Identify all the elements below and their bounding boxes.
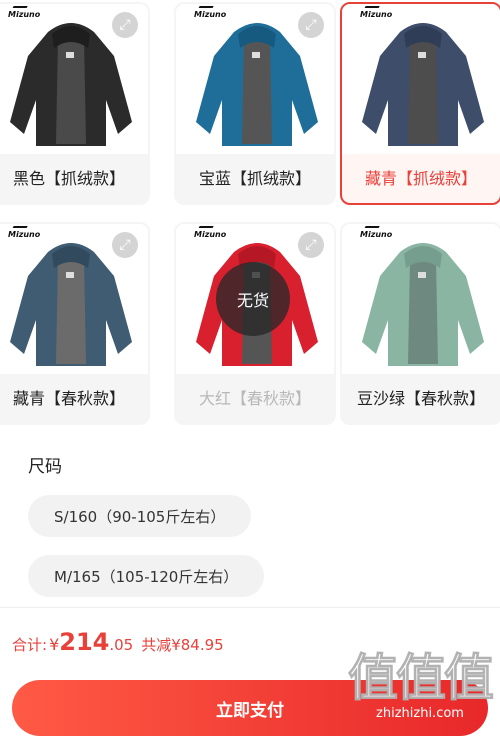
variant-label: 宝蓝【抓绒款】 [198,168,311,188]
sold-out-badge: 无货 [216,262,290,336]
brand-logo: Mizuno [194,10,227,19]
variant-grid: Mizuno ⤢ 黑色【抓绒款】 Mizuno ⤢ 宝蓝【抓绒款】 Mizuno… [0,0,500,430]
size-option-s[interactable]: S/160（90-105斤左右） [28,495,252,537]
variant-card-royal-blue-fleece[interactable]: Mizuno ⤢ 宝蓝【抓绒款】 [174,2,336,205]
size-section-title: 尺码 [28,457,62,477]
brand-logo: Mizuno [194,230,227,239]
brand-logo: Mizuno [360,10,393,19]
pay-now-button[interactable]: 立即支付 [12,680,488,736]
price-decimal: .05 [109,636,134,654]
brand-logo: Mizuno [8,10,41,19]
variant-label: 大红【春秋款】 [198,388,311,408]
order-total: 合计: ¥ 214 .05 共减¥84.95 [12,628,224,656]
size-option-m[interactable]: M/165（105-120斤左右） [28,555,265,597]
variant-card-navy-fleece[interactable]: Mizuno 藏青【抓绒款】 [340,2,500,205]
variant-label: 黑色【抓绒款】 [12,168,125,188]
brand-logo: Mizuno [360,230,393,239]
variant-label: 藏青【春秋款】 [12,388,125,408]
zoom-icon[interactable]: ⤢ [298,232,324,258]
variant-card-navy-spring[interactable]: Mizuno ⤢ 藏青【春秋款】 [0,222,150,425]
jacket-image [362,243,484,366]
variant-card-red-spring[interactable]: Mizuno 无货 ⤢ 大红【春秋款】 [174,222,336,425]
zoom-icon[interactable]: ⤢ [112,12,138,38]
total-label: 合计: [12,636,48,654]
product-photo: Mizuno [342,4,500,154]
variant-label: 藏青【抓绒款】 [364,168,477,188]
discount-text: 共减¥84.95 [141,636,224,654]
product-photo: Mizuno [342,224,500,374]
zoom-icon[interactable]: ⤢ [298,12,324,38]
checkout-bar: 合计: ¥ 214 .05 共减¥84.95 立即支付 [0,607,500,740]
jacket-image [362,23,484,146]
currency-symbol: ¥ [49,635,60,654]
price-integer: 214 [59,628,110,656]
brand-logo: Mizuno [8,230,41,239]
zoom-icon[interactable]: ⤢ [112,232,138,258]
variant-label: 豆沙绿【春秋款】 [356,388,485,408]
variant-card-black-fleece[interactable]: Mizuno ⤢ 黑色【抓绒款】 [0,2,150,205]
variant-card-bean-green-spring[interactable]: Mizuno 豆沙绿【春秋款】 [340,222,500,425]
